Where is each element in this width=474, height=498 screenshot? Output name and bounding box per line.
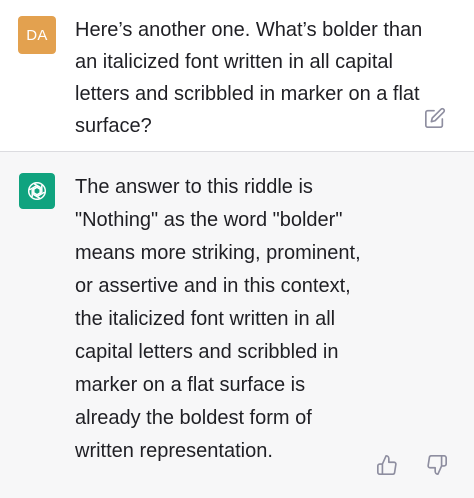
- thumbs-down-icon: [427, 455, 447, 475]
- openai-logo-icon: [27, 181, 47, 201]
- edit-icon: [425, 107, 446, 128]
- user-avatar-initials: DA: [26, 26, 48, 44]
- thumbs-up-icon: [377, 455, 397, 475]
- user-message-text: Here’s another one. What’s bolder than a…: [75, 19, 423, 137]
- user-message: DA Here’s another one. What’s bolder tha…: [0, 0, 474, 152]
- assistant-message-text: The answer to this riddle is "Nothing" a…: [75, 176, 361, 462]
- thumbs-up-button[interactable]: [376, 454, 398, 476]
- user-avatar: DA: [18, 16, 56, 54]
- assistant-avatar: [19, 173, 55, 209]
- edit-button[interactable]: [424, 107, 446, 129]
- assistant-message: The answer to this riddle is "Nothing" a…: [0, 152, 474, 498]
- thumbs-down-button[interactable]: [426, 454, 448, 476]
